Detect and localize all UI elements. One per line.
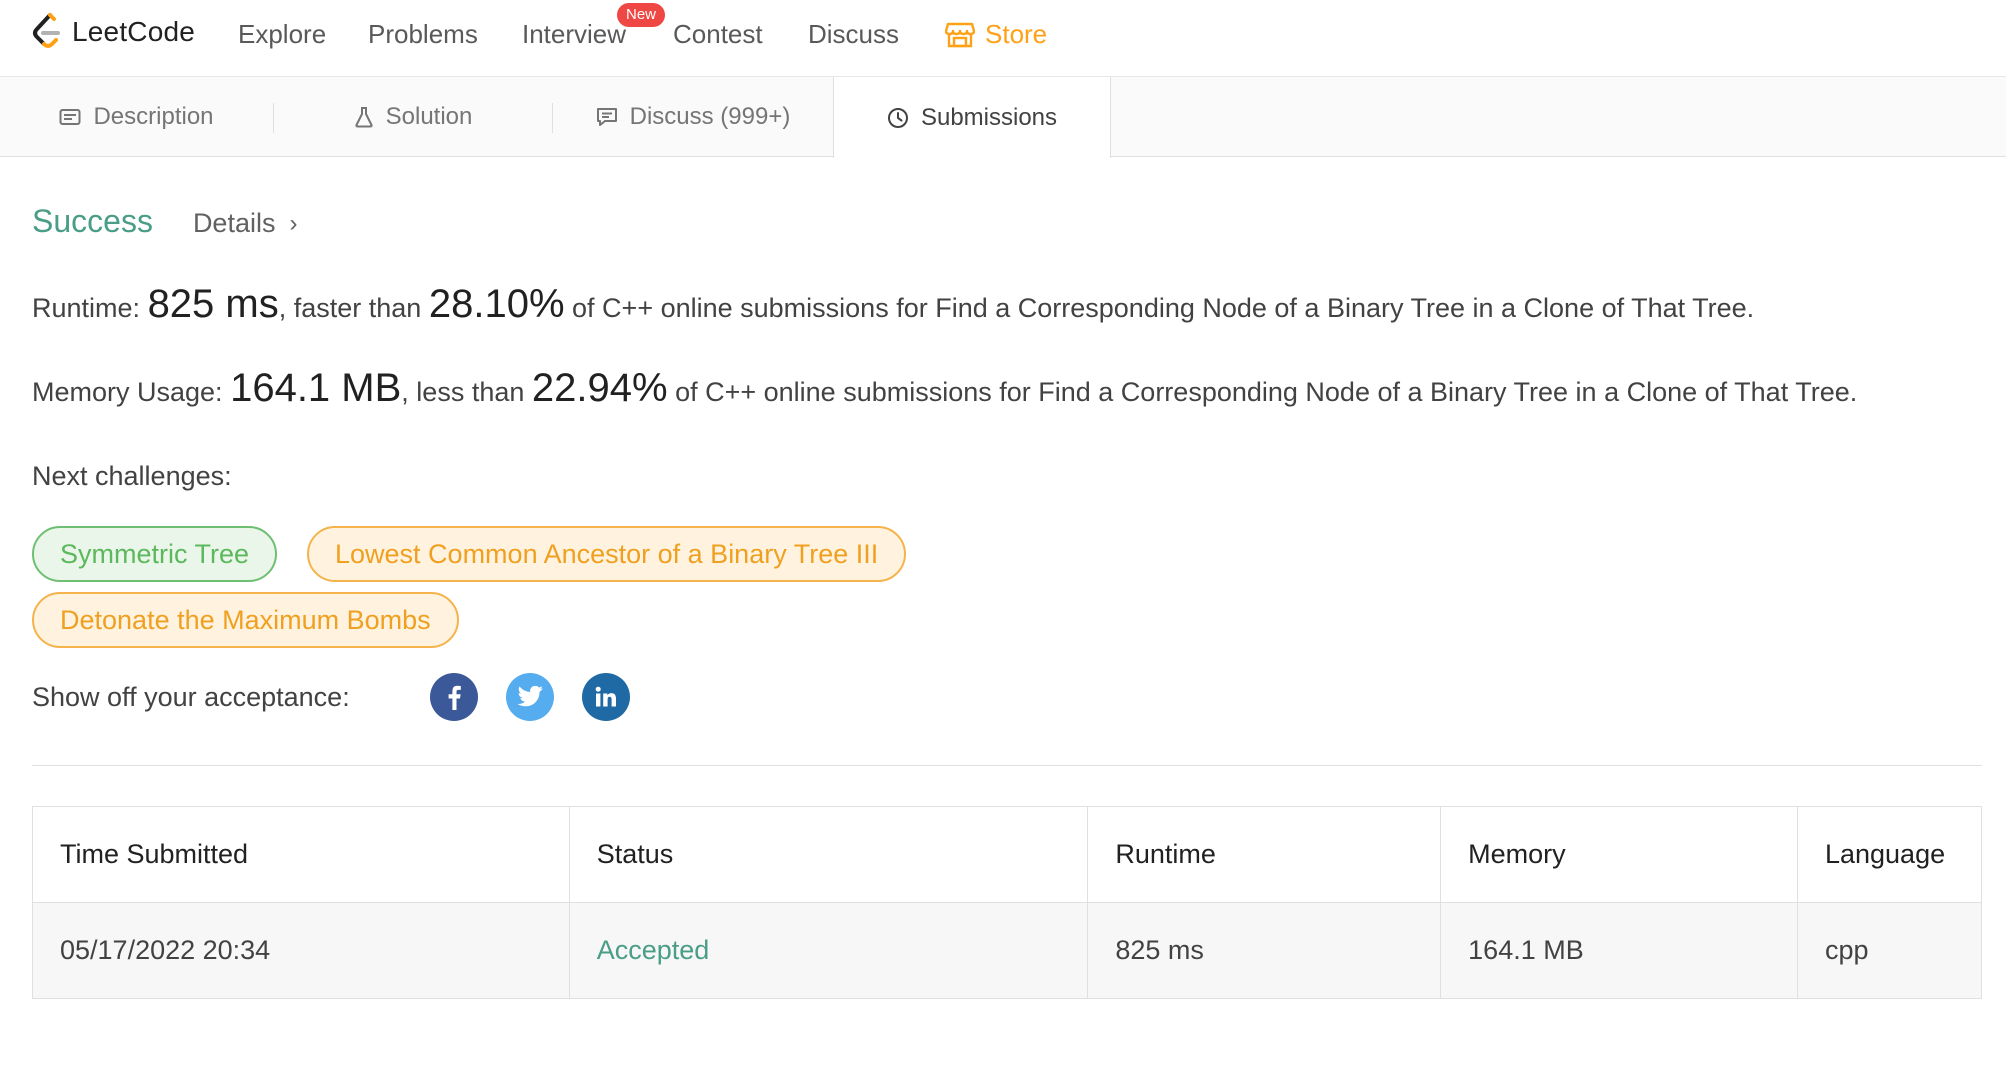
tab-description[interactable]: Description bbox=[0, 77, 273, 157]
top-navbar: LeetCode Explore Problems Interview New … bbox=[0, 0, 2006, 77]
table-row[interactable]: 05/17/2022 20:34 Accepted 825 ms 164.1 M… bbox=[32, 902, 1983, 999]
runtime-percent: 28.10% bbox=[428, 282, 565, 326]
runtime-stat: Runtime: 825 ms, faster than 28.10% of C… bbox=[32, 282, 1754, 327]
details-label: Details bbox=[192, 208, 276, 238]
tab-solution[interactable]: Solution bbox=[274, 77, 552, 157]
memory-label: Memory Usage: bbox=[32, 377, 223, 407]
runtime-label: Runtime: bbox=[32, 293, 141, 323]
memory-comparator: , less than bbox=[401, 377, 525, 407]
nav-problems[interactable]: Problems bbox=[368, 19, 478, 50]
submissions-table: Time Submitted Status Runtime Memory Lan… bbox=[32, 806, 1983, 999]
column-header-language: Language bbox=[1796, 806, 1983, 903]
twitter-icon bbox=[517, 685, 543, 707]
leetcode-logo-icon bbox=[33, 13, 60, 48]
clock-icon bbox=[887, 107, 908, 128]
column-header-runtime: Runtime bbox=[1087, 806, 1442, 903]
logo-text: LeetCode bbox=[72, 16, 196, 47]
challenge-pill-detonate-bombs[interactable]: Detonate the Maximum Bombs bbox=[32, 592, 459, 648]
tab-discuss[interactable]: Discuss (999+) bbox=[553, 77, 833, 157]
facebook-icon bbox=[448, 685, 461, 710]
challenge-pill-symmetric-tree[interactable]: Symmetric Tree bbox=[32, 526, 278, 582]
nav-store-label: Store bbox=[985, 19, 1048, 49]
table-header-row: Time Submitted Status Runtime Memory Lan… bbox=[32, 806, 1983, 903]
nav-contest[interactable]: Contest bbox=[673, 19, 763, 50]
facebook-share-button[interactable] bbox=[430, 673, 478, 721]
column-header-memory: Memory bbox=[1440, 806, 1798, 903]
runtime-value: 825 ms bbox=[147, 282, 279, 326]
memory-stat: Memory Usage: 164.1 MB, less than 22.94%… bbox=[32, 366, 1857, 411]
memory-percent: 22.94% bbox=[531, 366, 668, 410]
cell-language: cpp bbox=[1796, 902, 1983, 999]
comment-icon bbox=[596, 108, 617, 126]
nav-interview[interactable]: Interview bbox=[522, 19, 626, 50]
cell-status-link[interactable]: Accepted bbox=[568, 902, 1089, 999]
description-icon bbox=[59, 109, 81, 125]
nav-store[interactable]: Store bbox=[945, 19, 1047, 50]
memory-value: 164.1 MB bbox=[230, 366, 402, 410]
tab-submissions[interactable]: Submissions bbox=[833, 77, 1111, 158]
cell-time-submitted: 05/17/2022 20:34 bbox=[32, 902, 570, 999]
result-status: Success bbox=[32, 203, 153, 239]
chevron-right-icon: › bbox=[289, 209, 298, 237]
problem-tabbar: Description Solution Discuss (999+) Subm… bbox=[0, 77, 2006, 158]
challenge-pill-lca-binary-tree-iii[interactable]: Lowest Common Ancestor of a Binary Tree … bbox=[307, 526, 907, 582]
store-icon bbox=[945, 22, 975, 47]
share-label: Show off your acceptance: bbox=[32, 682, 350, 712]
flask-icon bbox=[355, 107, 373, 128]
cell-runtime: 825 ms bbox=[1087, 902, 1442, 999]
column-header-status: Status bbox=[568, 806, 1089, 903]
leetcode-logo[interactable]: LeetCode bbox=[30, 12, 195, 52]
tab-submissions-label: Submissions bbox=[920, 103, 1058, 131]
next-challenges-label: Next challenges: bbox=[32, 461, 232, 491]
tab-solution-label: Solution bbox=[385, 103, 473, 130]
section-divider bbox=[32, 765, 1982, 766]
twitter-share-button[interactable] bbox=[506, 673, 554, 721]
linkedin-share-button[interactable] bbox=[582, 673, 630, 721]
runtime-comparator: , faster than bbox=[278, 293, 422, 323]
linkedin-icon bbox=[595, 686, 616, 707]
tab-discuss-label: Discuss (999+) bbox=[629, 103, 791, 130]
nav-discuss[interactable]: Discuss bbox=[808, 19, 899, 50]
cell-memory: 164.1 MB bbox=[1440, 902, 1798, 999]
memory-suffix: of C++ online submissions for Find a Cor… bbox=[675, 377, 1858, 407]
tab-description-label: Description bbox=[93, 103, 214, 130]
new-badge: New bbox=[617, 3, 666, 27]
nav-explore[interactable]: Explore bbox=[238, 19, 326, 50]
column-header-time-submitted: Time Submitted bbox=[32, 806, 570, 903]
result-header: Success Details › bbox=[32, 203, 297, 240]
runtime-suffix: of C++ online submissions for Find a Cor… bbox=[572, 293, 1755, 323]
details-link[interactable]: Details › bbox=[193, 208, 298, 239]
